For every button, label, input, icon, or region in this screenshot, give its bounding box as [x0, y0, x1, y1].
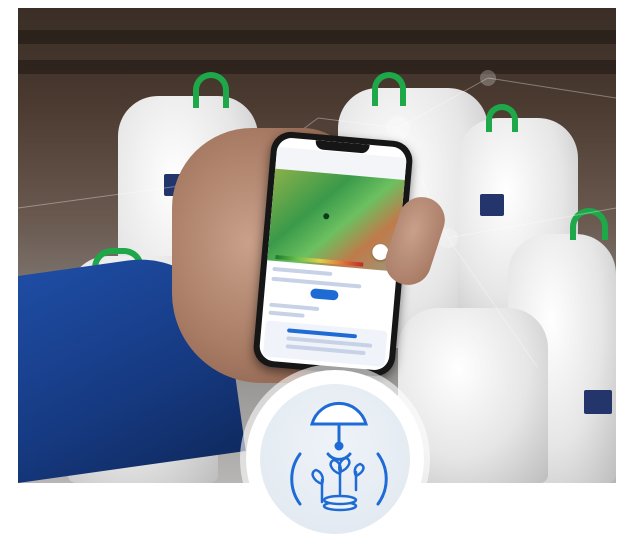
info-card — [262, 320, 388, 367]
panel-line — [272, 266, 333, 277]
panel-line — [271, 276, 362, 289]
phone-screen — [258, 136, 408, 372]
map-marker — [323, 213, 330, 220]
feature-icon-badge-inner — [260, 384, 410, 534]
panel-line — [268, 310, 305, 318]
panel-line — [269, 302, 320, 311]
feature-icon-badge — [246, 370, 424, 548]
primary-pill-button — [310, 288, 339, 301]
coin-stack-icon — [322, 494, 358, 512]
